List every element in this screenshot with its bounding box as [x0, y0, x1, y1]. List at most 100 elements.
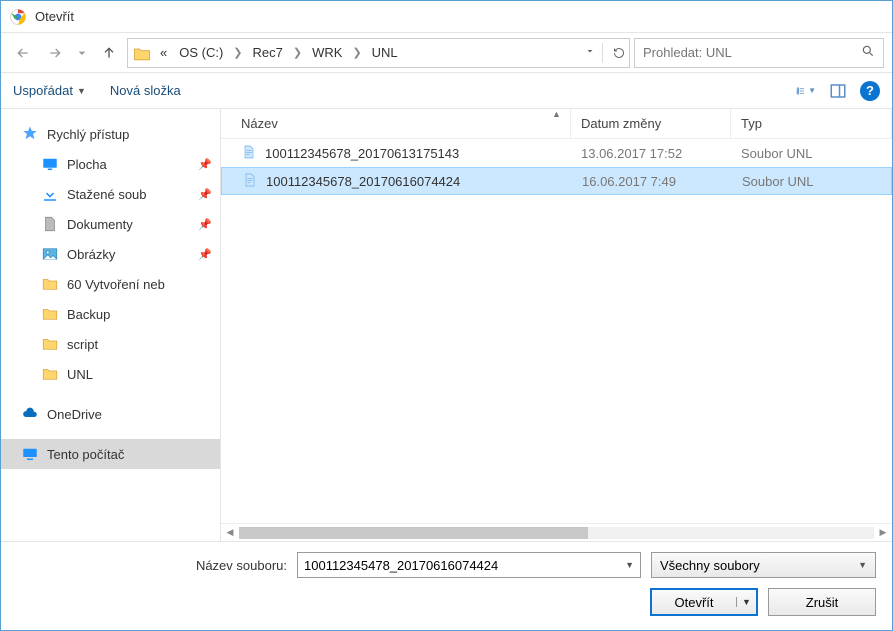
file-area: ▲ Název Datum změny Typ 100112345678_201…: [221, 109, 892, 541]
window-title: Otevřít: [35, 9, 74, 24]
breadcrumb-unl[interactable]: UNL: [368, 45, 402, 60]
sidebar-folder-60[interactable]: 60 Vytvoření neb: [1, 269, 220, 299]
help-button[interactable]: ?: [860, 81, 880, 101]
folder-icon: [132, 44, 152, 62]
new-folder-label: Nová složka: [110, 83, 181, 98]
pin-icon: 📌: [198, 218, 212, 231]
navigation-row: « OS (C:) ❯ Rec7 ❯ WRK ❯ UNL: [1, 33, 892, 73]
open-button[interactable]: Otevřít ▼: [650, 588, 758, 616]
scroll-thumb[interactable]: [239, 527, 588, 539]
folder-icon: [41, 365, 59, 383]
filetype-filter[interactable]: Všechny soubory ▼: [651, 552, 876, 578]
chevron-right-icon: ❯: [231, 46, 244, 59]
scroll-left-button[interactable]: ◀: [223, 526, 237, 540]
star-icon: [21, 125, 39, 143]
open-split-dropdown[interactable]: ▼: [736, 597, 756, 607]
file-date: 16.06.2017 7:49: [572, 174, 732, 189]
sidebar-label: Dokumenty: [67, 217, 133, 232]
sidebar-downloads[interactable]: Stažené soub 📌: [1, 179, 220, 209]
navigation-sidebar: Rychlý přístup Plocha 📌 Stažené soub 📌 D…: [1, 109, 221, 541]
chevron-down-icon: ▼: [77, 86, 86, 96]
file-date: 13.06.2017 17:52: [571, 146, 731, 161]
scroll-track[interactable]: [239, 527, 874, 539]
sidebar-label: Stažené soub: [67, 187, 147, 202]
horizontal-scrollbar[interactable]: ◀ ▶: [221, 523, 892, 541]
sidebar-documents[interactable]: Dokumenty 📌: [1, 209, 220, 239]
sidebar-onedrive[interactable]: OneDrive: [1, 399, 220, 429]
file-list[interactable]: 100112345678_20170613175143 13.06.2017 17…: [221, 139, 892, 523]
sidebar-folder-unl[interactable]: UNL: [1, 359, 220, 389]
chevron-down-icon[interactable]: ▼: [625, 560, 634, 570]
sidebar-label: Plocha: [67, 157, 107, 172]
preview-pane-button[interactable]: [828, 81, 848, 101]
sidebar-folder-script[interactable]: script: [1, 329, 220, 359]
filename-combobox[interactable]: ▼: [297, 552, 641, 578]
file-type: Soubor UNL: [731, 146, 892, 161]
folder-icon: [41, 335, 59, 353]
open-button-label: Otevřít: [652, 595, 736, 610]
cancel-button[interactable]: Zrušit: [768, 588, 876, 616]
sidebar-pictures[interactable]: Obrázky 📌: [1, 239, 220, 269]
new-folder-button[interactable]: Nová složka: [110, 83, 181, 98]
refresh-button[interactable]: [602, 43, 625, 63]
sidebar-label: script: [67, 337, 98, 352]
chevron-right-icon: ❯: [350, 46, 363, 59]
sidebar-desktop[interactable]: Plocha 📌: [1, 149, 220, 179]
filename-label: Název souboru:: [17, 558, 287, 573]
file-row[interactable]: 100112345678_2017061607442416.06.2017 7:…: [221, 167, 892, 195]
forward-button[interactable]: [41, 39, 69, 67]
search-box[interactable]: [634, 38, 884, 68]
pin-icon: 📌: [198, 248, 212, 261]
filter-label: Všechny soubory: [660, 558, 760, 573]
up-button[interactable]: [95, 39, 123, 67]
bottom-panel: Název souboru: ▼ Všechny soubory ▼ Otevř…: [1, 541, 892, 630]
column-header-name[interactable]: Název: [221, 109, 571, 138]
breadcrumb-wrk[interactable]: WRK: [308, 45, 346, 60]
sidebar-this-pc[interactable]: Tento počítač: [1, 439, 220, 469]
column-header-type[interactable]: Typ: [731, 109, 892, 138]
sidebar-quick-access[interactable]: Rychlý přístup: [1, 119, 220, 149]
back-button[interactable]: [9, 39, 37, 67]
organize-label: Uspořádat: [13, 83, 73, 98]
chevron-down-icon: ▼: [858, 560, 867, 570]
file-name: 100112345678_20170613175143: [265, 146, 459, 161]
document-icon: [41, 215, 59, 233]
download-icon: [41, 185, 59, 203]
search-input[interactable]: [643, 45, 861, 60]
recent-locations-button[interactable]: [73, 39, 91, 67]
toolbar: Uspořádat ▼ Nová složka ▼ ?: [1, 73, 892, 109]
text-file-icon: [242, 172, 258, 191]
sidebar-label: 60 Vytvoření neb: [67, 277, 165, 292]
sidebar-label: Rychlý přístup: [47, 127, 129, 142]
onedrive-icon: [21, 405, 39, 423]
sidebar-folder-backup[interactable]: Backup: [1, 299, 220, 329]
file-type: Soubor UNL: [732, 174, 891, 189]
sidebar-label: OneDrive: [47, 407, 102, 422]
pin-icon: 📌: [198, 158, 212, 171]
address-bar[interactable]: « OS (C:) ❯ Rec7 ❯ WRK ❯ UNL: [127, 38, 630, 68]
organize-button[interactable]: Uspořádat ▼: [13, 83, 86, 98]
breadcrumb-os[interactable]: OS (C:): [175, 45, 227, 60]
computer-icon: [21, 445, 39, 463]
chevron-right-icon: ❯: [291, 46, 304, 59]
filename-input[interactable]: [304, 558, 625, 573]
sort-indicator-icon: ▲: [552, 109, 561, 119]
column-headers: ▲ Název Datum změny Typ: [221, 109, 892, 139]
sidebar-label: Backup: [67, 307, 110, 322]
chrome-icon: [9, 8, 27, 26]
text-file-icon: [241, 144, 257, 163]
view-mode-button[interactable]: ▼: [796, 81, 816, 101]
search-icon: [861, 44, 875, 61]
column-header-date[interactable]: Datum změny: [571, 109, 731, 138]
breadcrumb-overflow[interactable]: «: [156, 45, 171, 60]
pin-icon: 📌: [198, 188, 212, 201]
history-dropdown[interactable]: [584, 45, 596, 60]
breadcrumb-rec7[interactable]: Rec7: [249, 45, 287, 60]
pictures-icon: [41, 245, 59, 263]
sidebar-label: Obrázky: [67, 247, 115, 262]
folder-icon: [41, 275, 59, 293]
scroll-right-button[interactable]: ▶: [876, 526, 890, 540]
file-row[interactable]: 100112345678_20170613175143 13.06.2017 17…: [221, 139, 892, 167]
sidebar-label: UNL: [67, 367, 93, 382]
sidebar-label: Tento počítač: [47, 447, 124, 462]
